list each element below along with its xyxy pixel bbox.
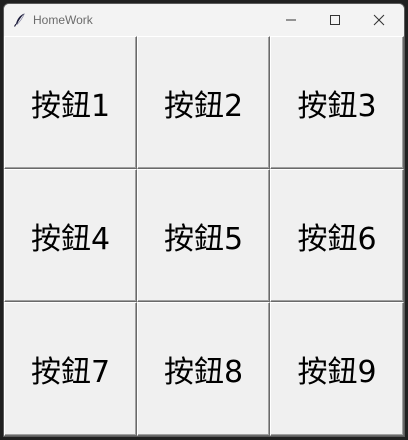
button-9[interactable]: 按鈕9	[270, 302, 404, 436]
maximize-icon	[330, 15, 340, 25]
button-1[interactable]: 按鈕1	[4, 36, 137, 169]
button-4[interactable]: 按鈕4	[4, 169, 137, 302]
feather-icon	[12, 12, 28, 28]
minimize-button[interactable]	[269, 4, 313, 36]
button-6[interactable]: 按鈕6	[270, 169, 404, 302]
maximize-button[interactable]	[313, 4, 357, 36]
button-grid: 按鈕1 按鈕2 按鈕3 按鈕4 按鈕5 按鈕6 按鈕7 按鈕8 按鈕9	[4, 36, 404, 436]
window-title: HomeWork	[33, 13, 93, 27]
button-2[interactable]: 按鈕2	[137, 36, 270, 169]
title-bar[interactable]: HomeWork	[4, 4, 404, 36]
button-3[interactable]: 按鈕3	[270, 36, 404, 169]
minimize-icon	[286, 19, 296, 21]
close-icon	[373, 14, 385, 26]
button-5[interactable]: 按鈕5	[137, 169, 270, 302]
button-7[interactable]: 按鈕7	[4, 302, 137, 436]
app-window: HomeWork 按鈕1 按鈕2 按鈕3 按鈕4 按鈕5 按鈕6 按鈕7 按鈕8…	[3, 3, 405, 437]
close-button[interactable]	[357, 4, 401, 36]
button-8[interactable]: 按鈕8	[137, 302, 270, 436]
